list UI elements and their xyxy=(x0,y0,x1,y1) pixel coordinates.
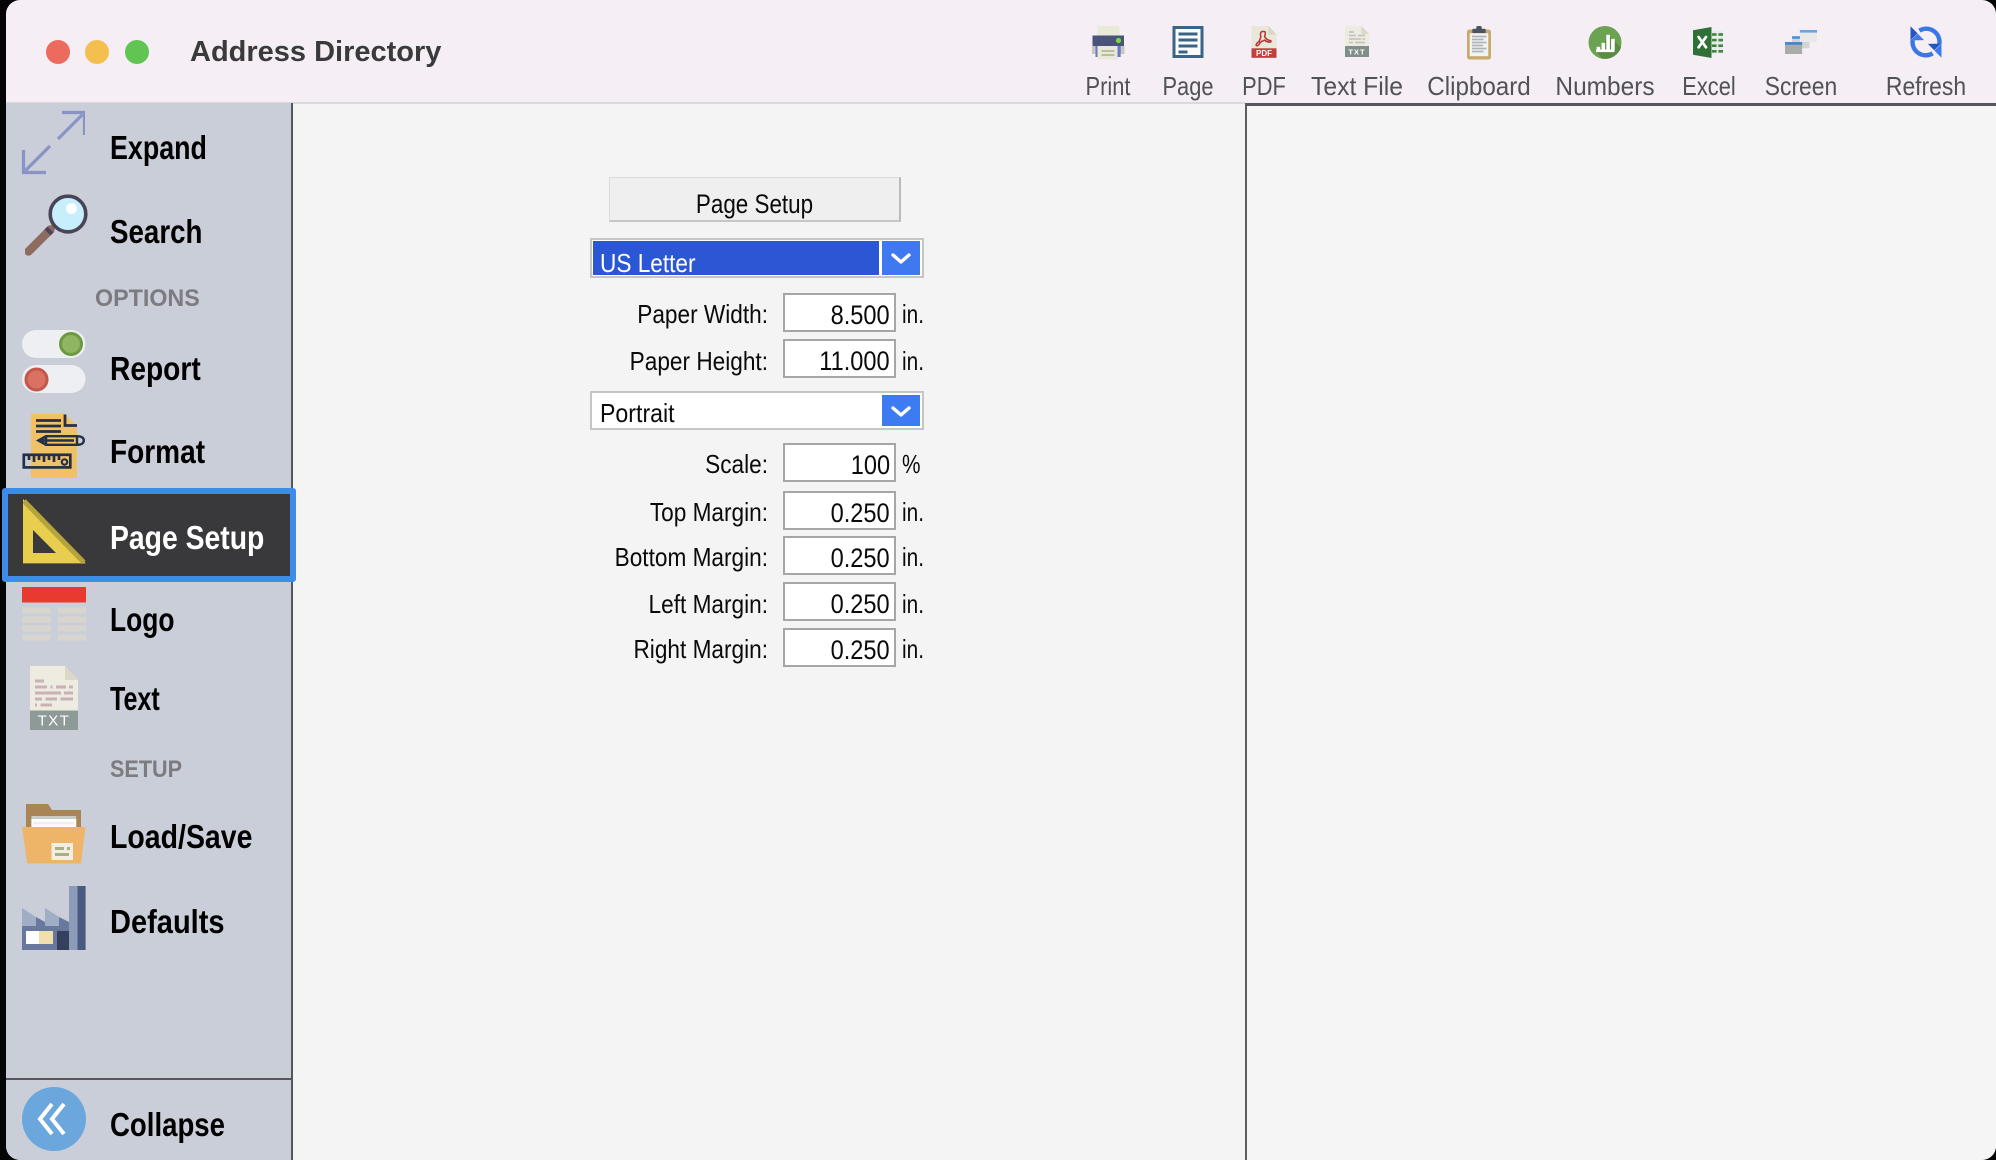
svg-text:TXT: TXT xyxy=(38,713,71,730)
svg-text:PDF: PDF xyxy=(1256,49,1272,58)
svg-text:TXT: TXT xyxy=(1348,48,1365,57)
